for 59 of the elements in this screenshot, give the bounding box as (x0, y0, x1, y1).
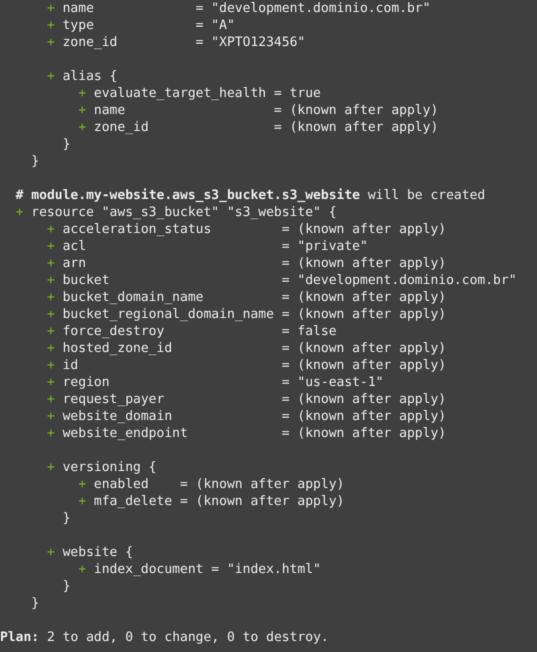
code-line: type = "A" (62, 17, 235, 34)
closing-brace: } (31, 153, 40, 170)
plus-sign: + (46, 391, 55, 408)
code-line: index_document = "index.html" (94, 561, 321, 578)
code-line: bucket = "development.dominio.com.br" (62, 272, 517, 289)
closing-brace: } (31, 595, 40, 612)
closing-brace: } (62, 578, 70, 595)
comment-line: # module.my-website.aws_s3_bucket.s3_website will be created (16, 187, 486, 204)
code-line: bucket_domain_name = (known after apply) (62, 289, 446, 306)
code-line: name = "development.dominio.com.br" (62, 0, 430, 17)
plus-sign: + (46, 374, 55, 391)
code-line: acl = "private" (62, 238, 368, 255)
plus-sign: + (78, 85, 86, 102)
plus-sign: + (46, 459, 55, 476)
closing-brace: } (62, 510, 70, 527)
code-line: enabled = (known after apply) (94, 476, 344, 493)
plus-sign: + (46, 34, 55, 51)
plus-sign: + (46, 68, 55, 85)
code-line: website { (62, 544, 134, 561)
code-line: zone_id = "XPTO123456" (62, 34, 306, 51)
plus-sign: + (78, 102, 86, 119)
plus-sign: + (46, 425, 55, 442)
closing-brace: } (62, 136, 70, 153)
code-line: zone_id = (known after apply) (94, 119, 438, 136)
plus-sign: + (46, 17, 55, 34)
plus-sign: + (46, 357, 55, 374)
code-line: force_destroy = false (62, 323, 337, 340)
plus-sign: + (78, 493, 86, 510)
plus-sign: + (46, 306, 55, 323)
code-line: acceleration_status = (known after apply) (62, 221, 446, 238)
code-line: website_domain = (known after apply) (62, 408, 446, 425)
plus-sign: + (46, 272, 55, 289)
plus-sign: + (46, 255, 55, 272)
code-line: region = "us-east-1" (62, 374, 384, 391)
code-line: bucket_regional_domain_name = (known after apply) (62, 306, 446, 323)
plus-sign: + (78, 561, 86, 578)
plus-sign: + (78, 119, 86, 136)
code-line: name = (known after apply) (94, 102, 438, 119)
plus-sign: + (46, 221, 55, 238)
code-line: id = (known after apply) (62, 357, 446, 374)
plus-sign: + (46, 238, 55, 255)
plus-sign: + (16, 204, 24, 221)
code-line: arn = (known after apply) (62, 255, 446, 272)
code-line: hosted_zone_id = (known after apply) (62, 340, 446, 357)
plus-sign: + (46, 0, 55, 17)
code-line: versioning { (62, 459, 157, 476)
plus-sign: + (46, 408, 55, 425)
plus-sign: + (78, 476, 86, 493)
plus-sign: + (46, 323, 55, 340)
plus-sign: + (46, 340, 55, 357)
code-line: alias { (62, 68, 118, 85)
code-line: request_payer = (known after apply) (62, 391, 446, 408)
code-line: website_endpoint = (known after apply) (62, 425, 446, 442)
plus-sign: + (46, 289, 55, 306)
code-line: mfa_delete = (known after apply) (94, 493, 344, 510)
code-line: evaluate_target_health = true (94, 85, 321, 102)
code-line: resource "aws_s3_bucket" "s3_website" { (31, 204, 337, 221)
plus-sign: + (46, 544, 55, 561)
plan-summary: Plan: 2 to add, 0 to change, 0 to destroy. (0, 629, 329, 646)
